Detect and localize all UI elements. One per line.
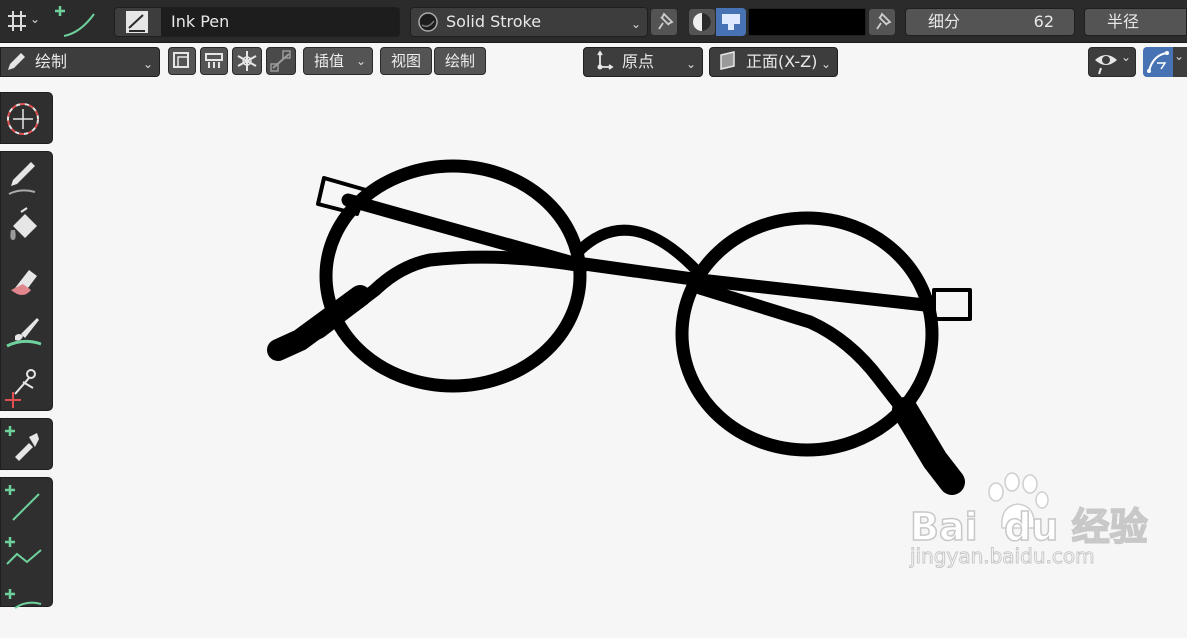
brush-name: Ink Pen: [171, 12, 230, 31]
mode-label: 绘制: [35, 52, 68, 71]
arc-icon: [5, 589, 42, 609]
mode-dropdown[interactable]: 绘制 ⌄: [0, 47, 160, 77]
radius-field[interactable]: 半径: [1084, 8, 1187, 36]
draw-tool[interactable]: [1, 152, 53, 204]
add-stroke-icon: [55, 6, 95, 37]
plane-icon: [720, 51, 735, 70]
plane-label: 正面(X-Z): [746, 52, 818, 71]
brush-icon: [6, 318, 42, 348]
line-tool[interactable]: [1, 478, 53, 530]
view-menu[interactable]: 视图: [380, 47, 432, 75]
chevron-down-icon: ⌄: [356, 54, 367, 68]
polyline-tool[interactable]: [1, 530, 53, 582]
material-selector[interactable]: Solid Stroke ⌄: [410, 7, 648, 37]
tool-shelf-eyedropper: [0, 418, 53, 470]
subdivide-label: 细分: [928, 12, 961, 31]
autolock-layer-button[interactable]: [200, 47, 228, 75]
snapping-button[interactable]: [232, 47, 262, 75]
layers-icon: [205, 53, 223, 68]
viewport-header: 绘制 ⌄ 插值 ⌄ 视图 绘制 原点 ⌄ 正面(X-Z) ⌄ ⌄ ⌄: [0, 43, 1187, 79]
tool-shelf-primitives: [0, 477, 53, 609]
origin-label: 原点: [622, 52, 655, 71]
chevron-down-icon: ⌄: [30, 12, 41, 26]
tint-tool[interactable]: [1, 308, 53, 360]
origin-dropdown[interactable]: 原点 ⌄: [583, 47, 703, 77]
draw-menu[interactable]: 绘制: [434, 47, 486, 75]
origin-axis-icon: [597, 50, 614, 70]
draw-label: 绘制: [444, 52, 475, 70]
chevron-down-icon: ⌄: [1174, 49, 1185, 63]
color-mode-icon: [693, 13, 711, 31]
fill-tool[interactable]: [1, 204, 53, 256]
chevron-down-icon: ⌄: [143, 57, 154, 71]
chevron-down-icon: ⌄: [631, 17, 642, 31]
brush-stroke-preview[interactable]: [50, 2, 102, 40]
vertex-color-mode-button[interactable]: [688, 8, 716, 36]
chevron-down-icon: ⌄: [1121, 50, 1132, 64]
eyedropper-tool[interactable]: [1, 419, 53, 471]
cursor-tool[interactable]: [1, 93, 53, 145]
subdivide-value: 62: [1033, 12, 1054, 31]
plane-dropdown[interactable]: 正面(X-Z) ⌄: [709, 47, 838, 77]
tool-shelf-paint: [0, 151, 53, 411]
gizmo-dropdown[interactable]: ⌄: [1173, 47, 1187, 77]
eraser-icon: [11, 270, 37, 295]
cutter-tool[interactable]: [1, 360, 53, 412]
material-name: Solid Stroke: [446, 12, 542, 31]
brush-mode-icon: [722, 14, 740, 30]
multiframe-icon: [173, 52, 189, 68]
pin-icon: [658, 12, 674, 30]
material-sphere-icon: [418, 12, 438, 32]
scissors-icon: [5, 369, 36, 408]
editor-type-dropdown[interactable]: ⌄: [0, 6, 44, 36]
pin-icon: [876, 12, 892, 30]
gizmo-toggle-button[interactable]: [1143, 47, 1173, 77]
chevron-down-icon: ⌄: [821, 57, 832, 71]
interpolate-label: 插值: [314, 52, 345, 70]
view-label: 视图: [390, 52, 421, 70]
glasses-drawing: [267, 159, 972, 495]
arc-tool[interactable]: [1, 582, 53, 634]
stroke-mode-button[interactable]: [716, 8, 746, 36]
guides-button[interactable]: [266, 47, 296, 75]
stroke-color-swatch[interactable]: [748, 8, 866, 36]
paint-bucket-icon: [10, 207, 37, 240]
polyline-icon: [5, 537, 42, 565]
right-hinge: [932, 288, 972, 321]
snowflake-icon: [237, 51, 257, 71]
pencil-icon: [8, 162, 36, 195]
eye-icon: [1095, 55, 1117, 75]
watermark-logo: Bai du 经验 jingyan.baidu.com: [908, 470, 1183, 575]
eyedropper-icon: [5, 426, 39, 461]
chevron-down-icon: ⌄: [686, 57, 697, 71]
pin-color-button[interactable]: [868, 8, 896, 36]
pen-icon: [126, 11, 148, 33]
transform-pivot-icon: [8, 11, 26, 31]
overlay-visibility-dropdown[interactable]: ⌄: [1088, 47, 1136, 77]
erase-tool[interactable]: [1, 256, 53, 308]
tool-header: ⌄ Ink Pen Solid Stroke ⌄ 细分 62 半径: [0, 0, 1187, 43]
interpolate-dropdown[interactable]: 插值 ⌄: [303, 47, 373, 75]
subdivide-field[interactable]: 细分 62: [905, 8, 1075, 36]
curve-gizmo-icon: [1147, 51, 1169, 73]
pin-material-button[interactable]: [650, 8, 678, 36]
radius-label: 半径: [1107, 12, 1140, 31]
crosshair-icon: [7, 103, 39, 135]
line-icon: [5, 485, 40, 521]
guides-icon: [270, 50, 291, 72]
tool-shelf-cursor: [0, 92, 53, 144]
pencil-icon: [8, 53, 25, 70]
watermark-text: Bai du 经验: [909, 504, 1148, 550]
watermark-url: jingyan.baidu.com: [910, 544, 1096, 569]
multiframe-button[interactable]: [168, 47, 196, 75]
brush-selector[interactable]: Ink Pen: [114, 7, 400, 37]
